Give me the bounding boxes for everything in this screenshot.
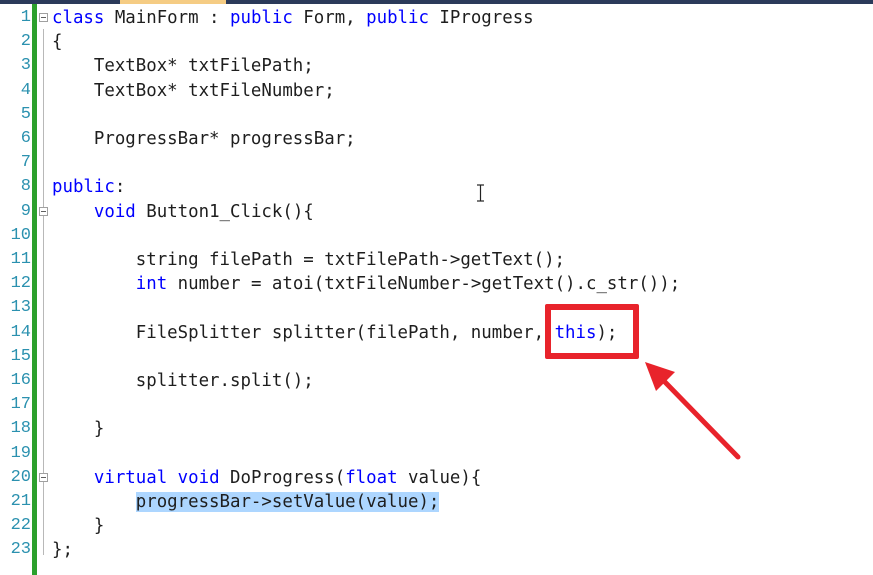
red-arrow-icon	[645, 362, 741, 460]
text-i-beam-cursor-icon	[477, 184, 484, 202]
